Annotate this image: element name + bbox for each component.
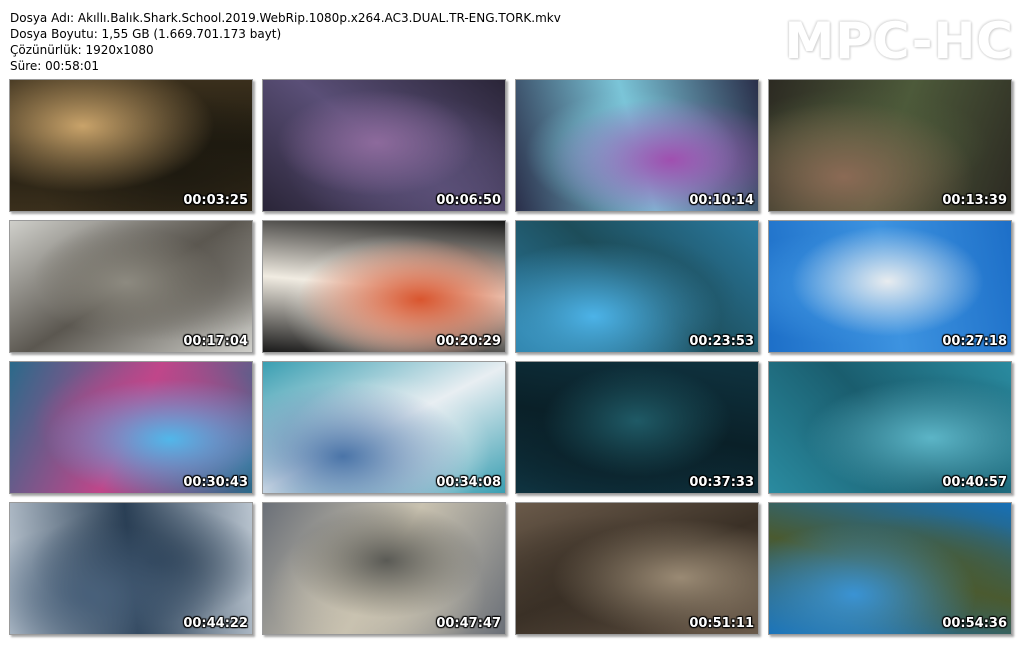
timestamp-label: 00:54:36 [942, 616, 1007, 631]
thumbnail-cartoon-ray: 00:23:53 [515, 220, 759, 353]
file-name-line: Dosya Adı: Akıllı.Balık.Shark.School.201… [10, 11, 561, 25]
timestamp-label: 00:13:39 [942, 193, 1007, 208]
thumbnail-image [10, 221, 252, 352]
thumbnail-image [769, 221, 1011, 352]
file-info-panel: Dosya Adı: Akıllı.Balık.Shark.School.201… [10, 10, 561, 74]
thumbnail-image [516, 80, 758, 211]
thumbnail-manta-ray: 00:40:57 [768, 361, 1012, 494]
timestamp-label: 00:23:53 [689, 334, 754, 349]
thumbnail-otter: 00:51:11 [515, 502, 759, 635]
thumbnail-image [516, 362, 758, 493]
thumbnail-clownfish-coral: 00:10:14 [515, 79, 759, 212]
thumbnail-seals-on-shore: 00:47:47 [262, 502, 506, 635]
thumbnail-image [263, 362, 505, 493]
thumbnail-snowy-mountains-sea: 00:44:22 [9, 502, 253, 635]
brand-logo: MPC-HC [784, 12, 1014, 70]
thumbnail-koi-fish: 00:20:29 [262, 220, 506, 353]
thumbnail-beluga-whale: 00:27:18 [768, 220, 1012, 353]
thumbnail-sandy-seafloor: 00:17:04 [9, 220, 253, 353]
thumbnail-sea-turtle: 00:54:36 [768, 502, 1012, 635]
timestamp-label: 00:10:14 [689, 193, 754, 208]
timestamp-label: 00:27:18 [942, 334, 1007, 349]
thumbnail-dark-ocean-fish: 00:37:33 [515, 361, 759, 494]
timestamp-label: 00:06:50 [436, 193, 501, 208]
thumbnail-lionfish-reef: 00:13:39 [768, 79, 1012, 212]
thumbnail-image [516, 221, 758, 352]
thumbnail-image [10, 80, 252, 211]
thumbnail-image [263, 221, 505, 352]
timestamp-label: 00:44:22 [183, 616, 248, 631]
timestamp-label: 00:47:47 [436, 616, 501, 631]
timestamp-label: 00:34:08 [436, 475, 501, 490]
thumbnail-image [516, 503, 758, 634]
thumbnail-cartoon-ray-coral: 00:30:43 [9, 361, 253, 494]
timestamp-label: 00:17:04 [183, 334, 248, 349]
thumbnail-lobster-silhouette: 00:03:25 [9, 79, 253, 212]
timestamp-label: 00:40:57 [942, 475, 1007, 490]
contact-sheet: Dosya Adı: Akıllı.Balık.Shark.School.201… [0, 0, 1024, 646]
thumbnail-image [769, 503, 1011, 634]
duration-line: Süre: 00:58:01 [10, 59, 100, 73]
thumbnail-image [263, 503, 505, 634]
thumbnail-cartoon-shark: 00:34:08 [262, 361, 506, 494]
thumbnail-image [769, 362, 1011, 493]
timestamp-label: 00:30:43 [183, 475, 248, 490]
resolution-line: Çözünürlük: 1920x1080 [10, 43, 154, 57]
thumbnail-image [769, 80, 1011, 211]
timestamp-label: 00:03:25 [183, 193, 248, 208]
thumbnail-image [263, 80, 505, 211]
file-size-line: Dosya Boyutu: 1,55 GB (1.669.701.173 bay… [10, 27, 282, 41]
timestamp-label: 00:37:33 [689, 475, 754, 490]
thumbnail-grid: 00:03:25 00:06:50 00:10:14 00:13:39 00:17:04… [9, 79, 1014, 635]
timestamp-label: 00:20:29 [436, 334, 501, 349]
thumbnail-image [10, 503, 252, 634]
thumbnail-purple-octopus: 00:06:50 [262, 79, 506, 212]
timestamp-label: 00:51:11 [689, 616, 754, 631]
thumbnail-image [10, 362, 252, 493]
